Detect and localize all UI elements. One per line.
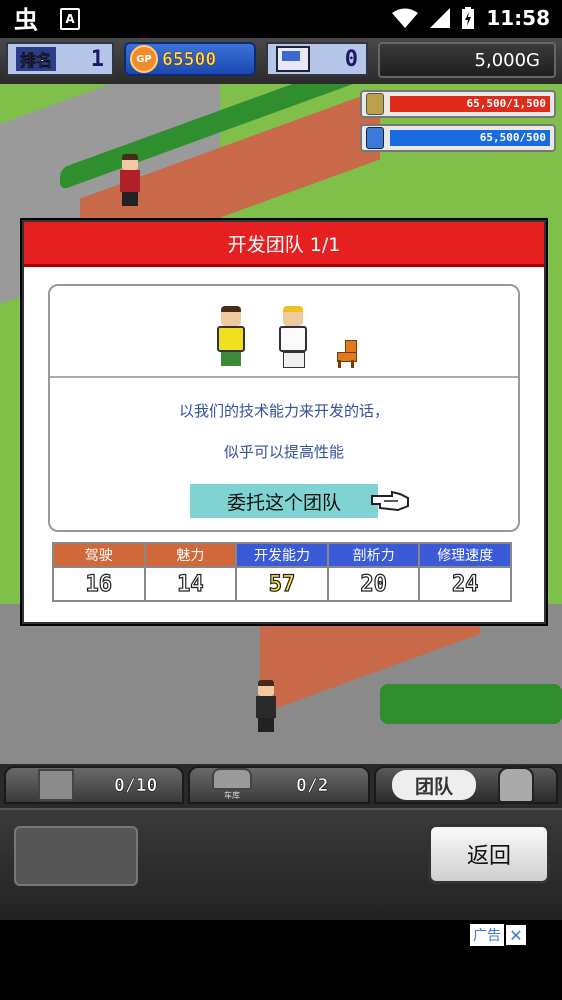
tab-team[interactable]: 团队 <box>374 766 558 804</box>
garage-count: 0/2 <box>296 774 329 796</box>
clock: 11:58 <box>486 6 550 30</box>
tab-garage[interactable]: 车库 0/2 <box>188 766 370 804</box>
bottom-panel: 返回 <box>0 808 562 922</box>
team-panel: 以我们的技术能力来开发的话， 似乎可以提高性能 委托这个团队 <box>48 284 520 532</box>
message-line-1: 以我们的技术能力来开发的话， <box>178 402 389 420</box>
stat-label: 开发能力 <box>235 542 329 568</box>
gp-display[interactable]: GP 65500 <box>124 42 256 76</box>
crate-icon <box>38 769 74 801</box>
message-line-2: 似乎可以提高性能 <box>223 443 344 461</box>
tab-parts[interactable]: 0/10 <box>4 766 184 804</box>
resource-bar-2: 65,500/500 <box>360 124 556 152</box>
garage-label: 车库 <box>224 791 240 800</box>
team-members <box>50 286 518 378</box>
a-icon: A <box>60 8 80 30</box>
mechanic-member <box>273 306 313 368</box>
team-stats-table: 驾驶 魅力 开发能力 剖析力 修理速度 16 14 57 20 24 <box>52 542 512 602</box>
stat-value: 16 <box>52 566 146 602</box>
signal-icon <box>430 8 451 28</box>
back-button[interactable]: 返回 <box>428 824 550 884</box>
bug-icon: 虫 <box>14 6 38 32</box>
dev-team-dialog: 开发团队 1/1 以我们的技术能力来开发的话， 似乎可以提高性能 委托这个团队 <box>22 220 546 624</box>
gp-coin-icon: GP <box>130 45 158 73</box>
wifi-icon <box>392 8 419 28</box>
rank-label: 排名 <box>16 47 57 71</box>
empty-slot[interactable] <box>14 826 138 886</box>
resource-bar-1: 65,500/1,500 <box>360 90 556 118</box>
top-hud: 排名 1 GP 65500 0 5,000G <box>0 38 562 86</box>
pc-display[interactable]: 0 <box>266 42 368 76</box>
ad-badge: 广告 ✕ <box>470 924 526 946</box>
staff-character-black[interactable] <box>252 680 280 732</box>
empty-seat-icon <box>335 340 357 368</box>
stat-label: 魅力 <box>143 542 238 568</box>
staff-character-red[interactable] <box>116 154 144 206</box>
stat-value: 57 <box>235 566 329 602</box>
entrust-team-button[interactable]: 委托这个团队 <box>190 484 378 518</box>
person-icon <box>498 767 534 803</box>
pointing-hand-icon <box>371 490 409 512</box>
bottle-icon <box>366 127 384 149</box>
ad-label: 广告 <box>470 924 504 946</box>
lower-hedge <box>380 684 562 724</box>
svg-text:虫: 虫 <box>14 6 38 32</box>
stat-value: 24 <box>418 566 512 602</box>
stat-label: 驾驶 <box>52 542 146 568</box>
car-icon: 车库 <box>210 768 254 802</box>
dialog-title: 开发团队 1/1 <box>24 222 544 267</box>
driver-member <box>211 306 251 368</box>
ad-area: 广告 ✕ <box>0 920 562 1000</box>
team-label: 团队 <box>392 770 476 800</box>
pc-value: 0 <box>344 46 358 72</box>
bottom-tabs: 0/10 车库 0/2 团队 <box>0 764 562 808</box>
resource-text-2: 65,500/500 <box>479 131 546 144</box>
parts-count: 0/10 <box>114 774 158 796</box>
rank-display[interactable]: 排名 1 <box>6 42 114 76</box>
stat-label: 剖析力 <box>326 542 421 568</box>
close-icon[interactable]: ✕ <box>506 925 526 945</box>
resource-text-1: 65,500/1,500 <box>466 97 546 110</box>
status-bar: 虫 A 11:58 <box>0 0 562 38</box>
stat-label: 修理速度 <box>418 542 512 568</box>
rank-value: 1 <box>90 46 104 72</box>
battery-icon <box>462 7 475 29</box>
coin-stack-icon <box>366 93 384 115</box>
money-display: 5,000G <box>378 42 556 78</box>
gp-value: 65500 <box>162 48 217 70</box>
stat-value: 14 <box>143 566 238 602</box>
stat-value: 20 <box>326 566 421 602</box>
computer-icon <box>276 46 310 72</box>
